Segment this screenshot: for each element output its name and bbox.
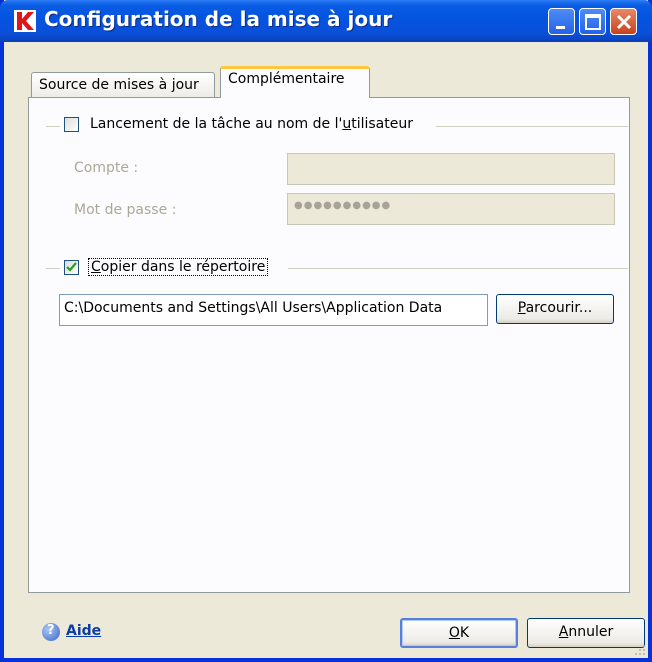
help-link[interactable]: Aide: [66, 623, 101, 639]
title-bar[interactable]: Configuration de la mise à jour: [0, 0, 652, 42]
minimize-icon: [556, 26, 565, 29]
group-divider: [46, 126, 60, 127]
account-label: Compte :: [74, 160, 139, 176]
directory-path-input[interactable]: C:\Documents and Settings\All Users\Appl…: [59, 294, 488, 326]
run-as-user-checkbox[interactable]: [64, 117, 79, 132]
window-title: Configuration de la mise à jour: [44, 7, 393, 31]
minimize-button[interactable]: [548, 8, 575, 35]
close-button[interactable]: [610, 8, 637, 35]
help-icon[interactable]: ?: [42, 623, 60, 641]
update-settings-dialog: Configuration de la mise à jour Source d…: [0, 0, 652, 662]
maximize-icon: [585, 14, 601, 30]
password-field[interactable]: ●●●●●●●●●●: [287, 193, 615, 225]
cancel-button[interactable]: Annuler: [527, 618, 645, 648]
group-divider: [436, 126, 628, 127]
account-field[interactable]: [287, 153, 615, 185]
group-divider: [46, 268, 60, 269]
resize-grip-icon[interactable]: [634, 644, 646, 656]
copy-to-dir-label[interactable]: Copier dans le répertoire: [88, 258, 269, 276]
browse-button[interactable]: Parcourir...: [496, 294, 614, 324]
run-as-user-label[interactable]: Lancement de la tâche au nom de l'utilis…: [90, 116, 413, 132]
tab-complementary[interactable]: Complémentaire: [220, 66, 370, 98]
ok-button[interactable]: OK: [400, 618, 518, 648]
maximize-button[interactable]: [579, 8, 606, 35]
copy-to-dir-checkbox[interactable]: [64, 260, 79, 275]
group-divider: [288, 268, 628, 269]
password-label: Mot de passe :: [74, 202, 177, 218]
checkmark-icon: [66, 262, 77, 272]
tab-update-source[interactable]: Source de mises à jour: [31, 72, 215, 98]
password-mask: ●●●●●●●●●●: [294, 200, 392, 211]
kaspersky-logo-icon: [14, 10, 36, 32]
close-icon: [616, 14, 632, 30]
